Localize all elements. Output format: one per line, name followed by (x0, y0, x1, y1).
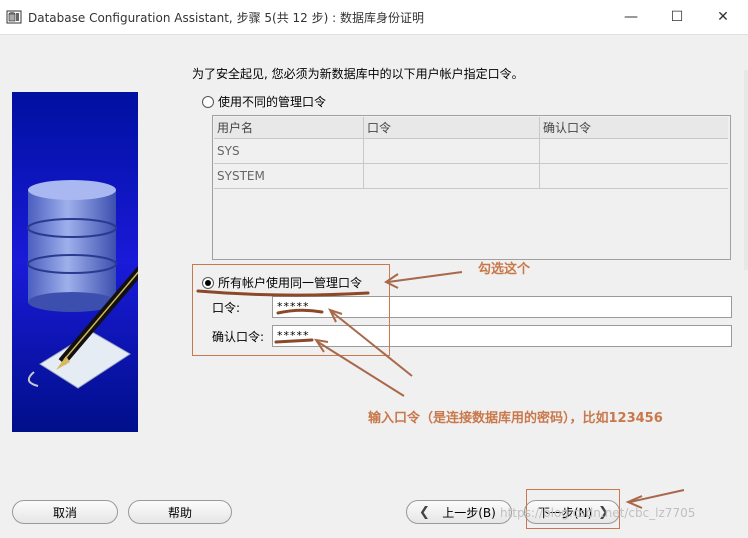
annotation-select-this: 勾选这个 (478, 262, 531, 277)
cell-password[interactable] (364, 164, 540, 188)
table-header-row: 用户名 口令 确认口令 (214, 117, 728, 139)
maximize-button[interactable]: ☐ (654, 0, 700, 34)
column-header-password: 口令 (364, 117, 540, 138)
option-different-passwords[interactable]: 使用不同的管理口令 (202, 93, 326, 110)
column-header-confirm: 确认口令 (543, 121, 592, 135)
radio-different-passwords[interactable] (202, 95, 214, 108)
cell-username: SYS (214, 139, 364, 163)
cell-confirm[interactable] (540, 164, 728, 188)
close-icon: ✕ (717, 9, 729, 25)
table-row: SYS (214, 139, 728, 164)
help-label: 帮助 (167, 505, 192, 520)
back-button[interactable]: ❮ 上一步(B) (406, 500, 512, 524)
watermark-text: https://blog.csdn.net/cbc_lz7705 (500, 506, 696, 520)
cell-confirm[interactable] (540, 139, 728, 163)
title-bar: Database Configuration Assistant, 步骤 5(共… (0, 0, 748, 35)
user-password-table: 用户名 口令 确认口令 SYS SYSTEM (212, 115, 731, 260)
close-button[interactable]: ✕ (700, 0, 746, 34)
cancel-label: 取消 (52, 505, 77, 520)
table-row: SYSTEM (214, 164, 728, 189)
column-header-username: 用户名 (214, 117, 364, 138)
annotation-highlight-box (192, 264, 390, 356)
help-button[interactable]: 帮助 (128, 500, 232, 524)
cell-password[interactable] (364, 139, 540, 163)
minimize-icon: — (624, 9, 638, 25)
scrollbar-edge (744, 70, 748, 270)
database-illustration (12, 92, 138, 432)
database-app-icon (6, 10, 22, 24)
cancel-button[interactable]: 取消 (12, 500, 118, 524)
back-label: 上一步(B) (442, 505, 496, 520)
annotation-enter-password: 输入口令（是连接数据库用的密码），比如123456 (368, 411, 663, 426)
cell-username: SYSTEM (214, 164, 364, 188)
window-title: Database Configuration Assistant, 步骤 5(共… (28, 11, 424, 25)
minimize-button[interactable]: — (608, 0, 654, 34)
option-different-label: 使用不同的管理口令 (218, 95, 327, 109)
maximize-icon: ☐ (670, 9, 684, 25)
instruction-text: 为了安全起见, 您必须为新数据库中的以下用户帐户指定口令。 (192, 67, 524, 81)
chevron-left-icon: ❮ (419, 504, 430, 520)
